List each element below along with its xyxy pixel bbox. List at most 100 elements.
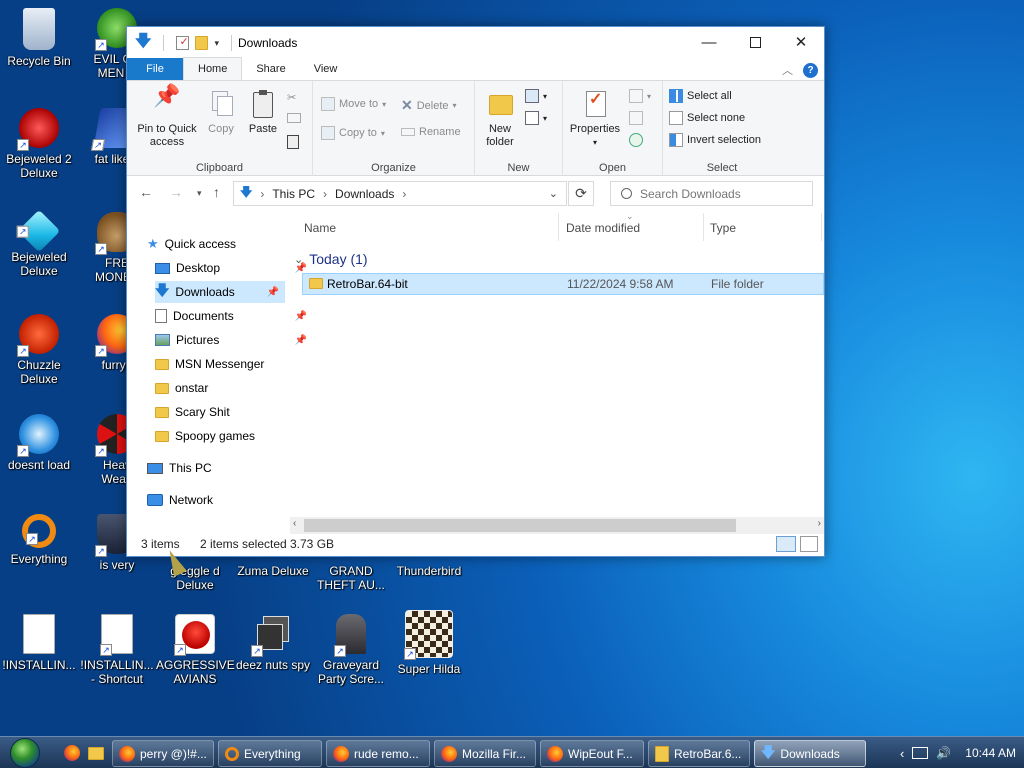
- close-button[interactable]: ✕: [778, 27, 824, 57]
- customize-dropdown-icon[interactable]: ▾: [214, 38, 219, 49]
- properties-check-icon[interactable]: ✓: [176, 36, 190, 50]
- paste-icon: [248, 89, 278, 119]
- deez-nuts-spy-desktop-icon[interactable]: ↗ deez nuts spy: [234, 614, 312, 672]
- breadcrumb-chevron-icon: ›: [260, 186, 265, 201]
- help-icon[interactable]: ?: [803, 62, 818, 78]
- bejeweled2-desktop-icon[interactable]: ↗ Bejeweled 2 Deluxe: [0, 108, 78, 180]
- edit-icon[interactable]: [629, 111, 643, 125]
- select-none-button[interactable]: Select none: [669, 111, 745, 125]
- firefox-quicklaunch-icon[interactable]: [64, 745, 80, 761]
- nav-network[interactable]: Network: [147, 489, 305, 511]
- column-header-date-modified[interactable]: Date modified: [566, 221, 640, 235]
- breadcrumb-this-pc[interactable]: This PC: [272, 187, 315, 201]
- select-all-button[interactable]: Select all: [669, 89, 732, 103]
- easy-access-icon[interactable]: ▾: [525, 111, 547, 125]
- recycle-bin-desktop-icon[interactable]: Recycle Bin: [0, 8, 78, 68]
- installing-desktop-icon[interactable]: !INSTALLIN...: [0, 614, 78, 672]
- nav-downloads[interactable]: 🡇 Downloads 📌: [155, 281, 285, 303]
- everything-desktop-icon[interactable]: ↗ Everything: [0, 514, 78, 566]
- volume-icon[interactable]: 🔊: [936, 746, 951, 760]
- file-name: RetroBar.64-bit: [327, 277, 408, 291]
- back-button[interactable]: ←: [139, 184, 153, 200]
- open-with-icon[interactable]: ▾: [629, 89, 651, 103]
- details-view-icon[interactable]: [776, 536, 796, 552]
- pin-icon[interactable]: 📌: [267, 287, 279, 298]
- column-header-type[interactable]: Type: [710, 221, 736, 235]
- taskbar-button-mozilla-firefox[interactable]: Mozilla Fir...: [434, 740, 536, 767]
- windows-logo-icon: [10, 737, 40, 768]
- collapse-chevron-icon: ⌄: [294, 253, 304, 266]
- address-dropdown-icon[interactable]: ⌄: [549, 187, 558, 200]
- delete-button[interactable]: ✕ Delete ▾: [401, 97, 457, 114]
- everything-icon: [225, 746, 239, 761]
- collapse-ribbon-icon[interactable]: ︿: [782, 62, 793, 78]
- tab-file[interactable]: File: [127, 58, 183, 80]
- search-box[interactable]: Search Downloads: [610, 181, 813, 206]
- new-folder-quick-icon[interactable]: [195, 36, 209, 50]
- scrollbar-thumb[interactable]: [304, 519, 736, 532]
- copy-button[interactable]: Copy: [201, 89, 241, 136]
- pin-quick-access-button[interactable]: 📌 Pin to Quick access: [133, 83, 201, 149]
- super-hilda-desktop-icon[interactable]: ↗ Super Hilda: [390, 610, 468, 676]
- delete-x-icon: ✕: [401, 97, 413, 113]
- large-icons-view-icon[interactable]: [800, 536, 818, 552]
- scroll-right-arrow-icon[interactable]: ›: [818, 518, 821, 529]
- select-none-icon: [669, 111, 683, 125]
- nav-quick-access[interactable]: ★ Quick access: [147, 233, 305, 255]
- paste-shortcut-icon[interactable]: [287, 135, 299, 149]
- folder-icon: [655, 745, 669, 762]
- copy-path-icon[interactable]: [287, 113, 301, 123]
- rename-button[interactable]: Rename: [401, 126, 461, 138]
- tab-view[interactable]: View: [300, 58, 352, 80]
- history-icon[interactable]: [629, 133, 643, 147]
- start-button[interactable]: [0, 737, 50, 768]
- breadcrumb-downloads[interactable]: Downloads: [335, 187, 394, 201]
- maximize-button[interactable]: [732, 27, 778, 57]
- taskbar-button-downloads[interactable]: 🡇 Downloads: [754, 740, 866, 767]
- installing-shortcut-desktop-icon[interactable]: ↗ !INSTALLIN... - Shortcut: [78, 614, 156, 686]
- refresh-button[interactable]: ⟳: [568, 181, 594, 206]
- star-icon: ★: [147, 236, 159, 251]
- graveyard-party-desktop-icon[interactable]: ↗ Graveyard Party Scre...: [312, 614, 390, 686]
- tray-overflow-chevron-icon[interactable]: ‹: [900, 746, 904, 761]
- title-bar[interactable]: 🡇 ✓ ▾ Downloads — ✕: [127, 27, 824, 59]
- tab-home[interactable]: Home: [183, 57, 243, 80]
- taskbar-button-perry[interactable]: perry @)!#...: [112, 740, 214, 767]
- minimize-button[interactable]: —: [686, 27, 732, 57]
- up-button[interactable]: ↑: [213, 184, 220, 200]
- address-bar[interactable]: 🡇 › This PC › Downloads › ⌄: [233, 181, 567, 206]
- new-folder-icon: [485, 89, 515, 119]
- aggressive-avians-desktop-icon[interactable]: ↗ AGGRESSIVE AVIANS: [156, 614, 235, 686]
- taskbar-button-everything[interactable]: Everything: [218, 740, 322, 767]
- tab-share[interactable]: Share: [242, 58, 299, 80]
- taskbar-button-retrobar[interactable]: RetroBar.6...: [648, 740, 750, 767]
- chuzzle-icon: ↗: [17, 314, 59, 357]
- clock[interactable]: 10:44 AM: [965, 746, 1016, 760]
- paste-button[interactable]: Paste: [243, 89, 283, 136]
- forward-button[interactable]: →: [169, 184, 183, 200]
- doesnt-load-desktop-icon[interactable]: ↗ doesnt load: [0, 414, 78, 472]
- properties-button[interactable]: ✓ Properties ▾: [565, 89, 625, 149]
- scroll-left-arrow-icon[interactable]: ‹: [293, 518, 296, 529]
- new-folder-button[interactable]: New folder: [479, 89, 521, 149]
- invert-selection-button[interactable]: Invert selection: [669, 133, 761, 147]
- move-to-button[interactable]: Move to ▾: [321, 97, 386, 111]
- bejeweled-desktop-icon[interactable]: ↗ Bejeweled Deluxe: [0, 209, 78, 278]
- copy-to-button[interactable]: Copy to ▾: [321, 126, 385, 140]
- network-tray-icon[interactable]: [912, 747, 929, 759]
- cut-icon[interactable]: ✂: [287, 91, 296, 104]
- new-item-icon[interactable]: ▾: [525, 89, 547, 103]
- explorer-quicklaunch-icon[interactable]: [88, 747, 104, 760]
- taskbar-button-wipeout[interactable]: WipEout F...: [540, 740, 644, 767]
- file-row[interactable]: RetroBar.64-bit 11/22/2024 9:58 AM File …: [302, 273, 824, 295]
- move-to-icon: [321, 97, 335, 111]
- nav-this-pc[interactable]: This PC: [147, 457, 305, 479]
- group-header-today[interactable]: ⌄ Today (1): [294, 251, 368, 267]
- recycle-bin-icon: [23, 8, 55, 50]
- firefox-icon: [547, 745, 563, 762]
- recent-locations-icon[interactable]: ▾: [197, 188, 202, 199]
- chuzzle-desktop-icon[interactable]: ↗ Chuzzle Deluxe: [0, 314, 78, 386]
- pin-icon: 📌: [153, 83, 181, 108]
- taskbar-button-rude-remo[interactable]: rude remo...: [326, 740, 430, 767]
- column-header-name[interactable]: Name: [304, 221, 336, 235]
